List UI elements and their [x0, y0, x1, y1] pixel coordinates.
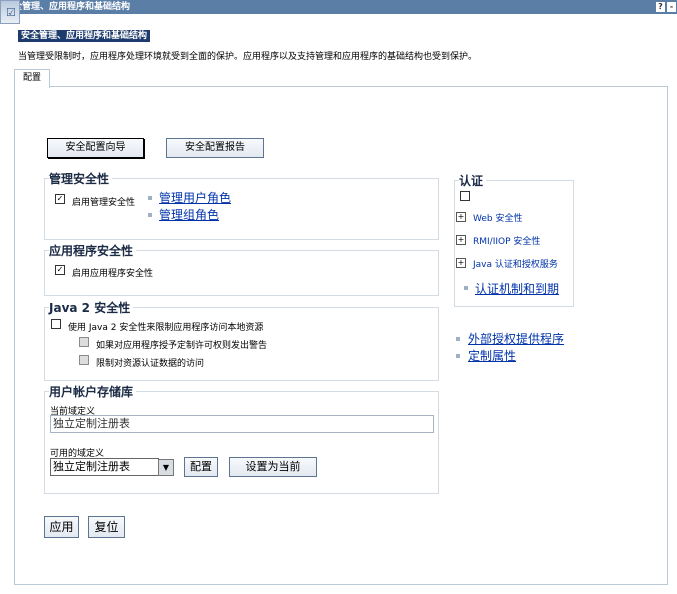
- app-security-heading: 应用程序安全性: [49, 242, 137, 259]
- admin-user-roles-link[interactable]: 管理用户角色: [159, 189, 231, 206]
- external-authorization-link[interactable]: 外部授权提供程序: [468, 330, 564, 347]
- use-java2-security-checkbox[interactable]: [51, 319, 61, 329]
- user-registry-heading: 用户帐户存储库: [49, 383, 137, 400]
- expand-icon[interactable]: +: [456, 258, 466, 268]
- tab-configuration[interactable]: 配置: [14, 69, 50, 88]
- auth-mechanisms-link[interactable]: 认证机制和到期: [475, 280, 559, 297]
- bullet-icon: [148, 213, 152, 217]
- restrict-auth-data-label: 限制对资源认证数据的访问: [96, 359, 205, 369]
- apply-button[interactable]: 应用: [44, 516, 79, 538]
- enable-admin-security-label: 启用管理安全性: [72, 198, 136, 208]
- custom-properties-link[interactable]: 定制属性: [468, 347, 516, 364]
- admin-group-roles-link[interactable]: 管理组角色: [159, 206, 219, 223]
- authentication-heading: 认证: [459, 172, 487, 189]
- portlet-title: 安全管理、应用程序和基础结构: [18, 30, 151, 42]
- enable-admin-security-checkbox[interactable]: ✓: [55, 194, 65, 204]
- window-title: 安全管理、应用程序和基础结构: [4, 2, 131, 12]
- enable-app-security-checkbox[interactable]: ✓: [55, 265, 65, 275]
- enable-app-security-label: 启用应用程序安全性: [72, 269, 154, 279]
- set-as-current-button[interactable]: 设置为当前: [229, 457, 317, 477]
- rmi-iiop-security-item[interactable]: RMI/IIOP 安全性: [473, 234, 540, 247]
- warn-custom-permissions-label: 如果对应用程序授予定制许可权则发出警告: [96, 341, 268, 351]
- user-registry-section: [44, 391, 439, 494]
- java2-security-heading: Java 2 安全性: [49, 299, 134, 316]
- authentication-checkbox[interactable]: [460, 191, 470, 201]
- window-title-bar: 安全管理、应用程序和基础结构 ? -: [0, 0, 677, 14]
- expand-icon[interactable]: +: [456, 235, 466, 245]
- reset-button[interactable]: 复位: [88, 516, 125, 538]
- chevron-down-icon[interactable]: ▼: [158, 459, 174, 476]
- available-realms-select[interactable]: 独立定制注册表: [50, 458, 159, 476]
- minimize-button[interactable]: -: [667, 2, 676, 12]
- web-security-item[interactable]: Web 安全性: [473, 211, 522, 224]
- portlet-logo-icon: ☑: [0, 0, 20, 24]
- help-button[interactable]: ?: [656, 2, 665, 12]
- bullet-icon: [456, 337, 460, 341]
- page-description: 当管理受限制时，应用程序处理环境就受到全面的保护。应用程序以及支持管理和应用程序…: [18, 52, 478, 62]
- use-java2-security-label: 使用 Java 2 安全性来限制应用程序访问本地资源: [68, 323, 264, 333]
- bullet-icon: [148, 196, 152, 200]
- admin-security-heading: 管理安全性: [49, 170, 113, 187]
- bullet-icon: [456, 354, 460, 358]
- warn-custom-permissions-checkbox[interactable]: [79, 337, 89, 347]
- bullet-icon: [464, 286, 468, 290]
- expand-icon[interactable]: +: [456, 212, 466, 222]
- current-realm-field: 独立定制注册表: [50, 415, 434, 433]
- security-report-button[interactable]: 安全配置报告: [166, 138, 264, 158]
- restrict-auth-data-checkbox[interactable]: [79, 355, 89, 365]
- admin-security-section: [44, 178, 439, 240]
- configure-realm-button[interactable]: 配置: [184, 457, 218, 477]
- security-wizard-button[interactable]: 安全配置向导: [47, 138, 144, 158]
- jaas-item[interactable]: Java 认证和授权服务: [473, 257, 558, 270]
